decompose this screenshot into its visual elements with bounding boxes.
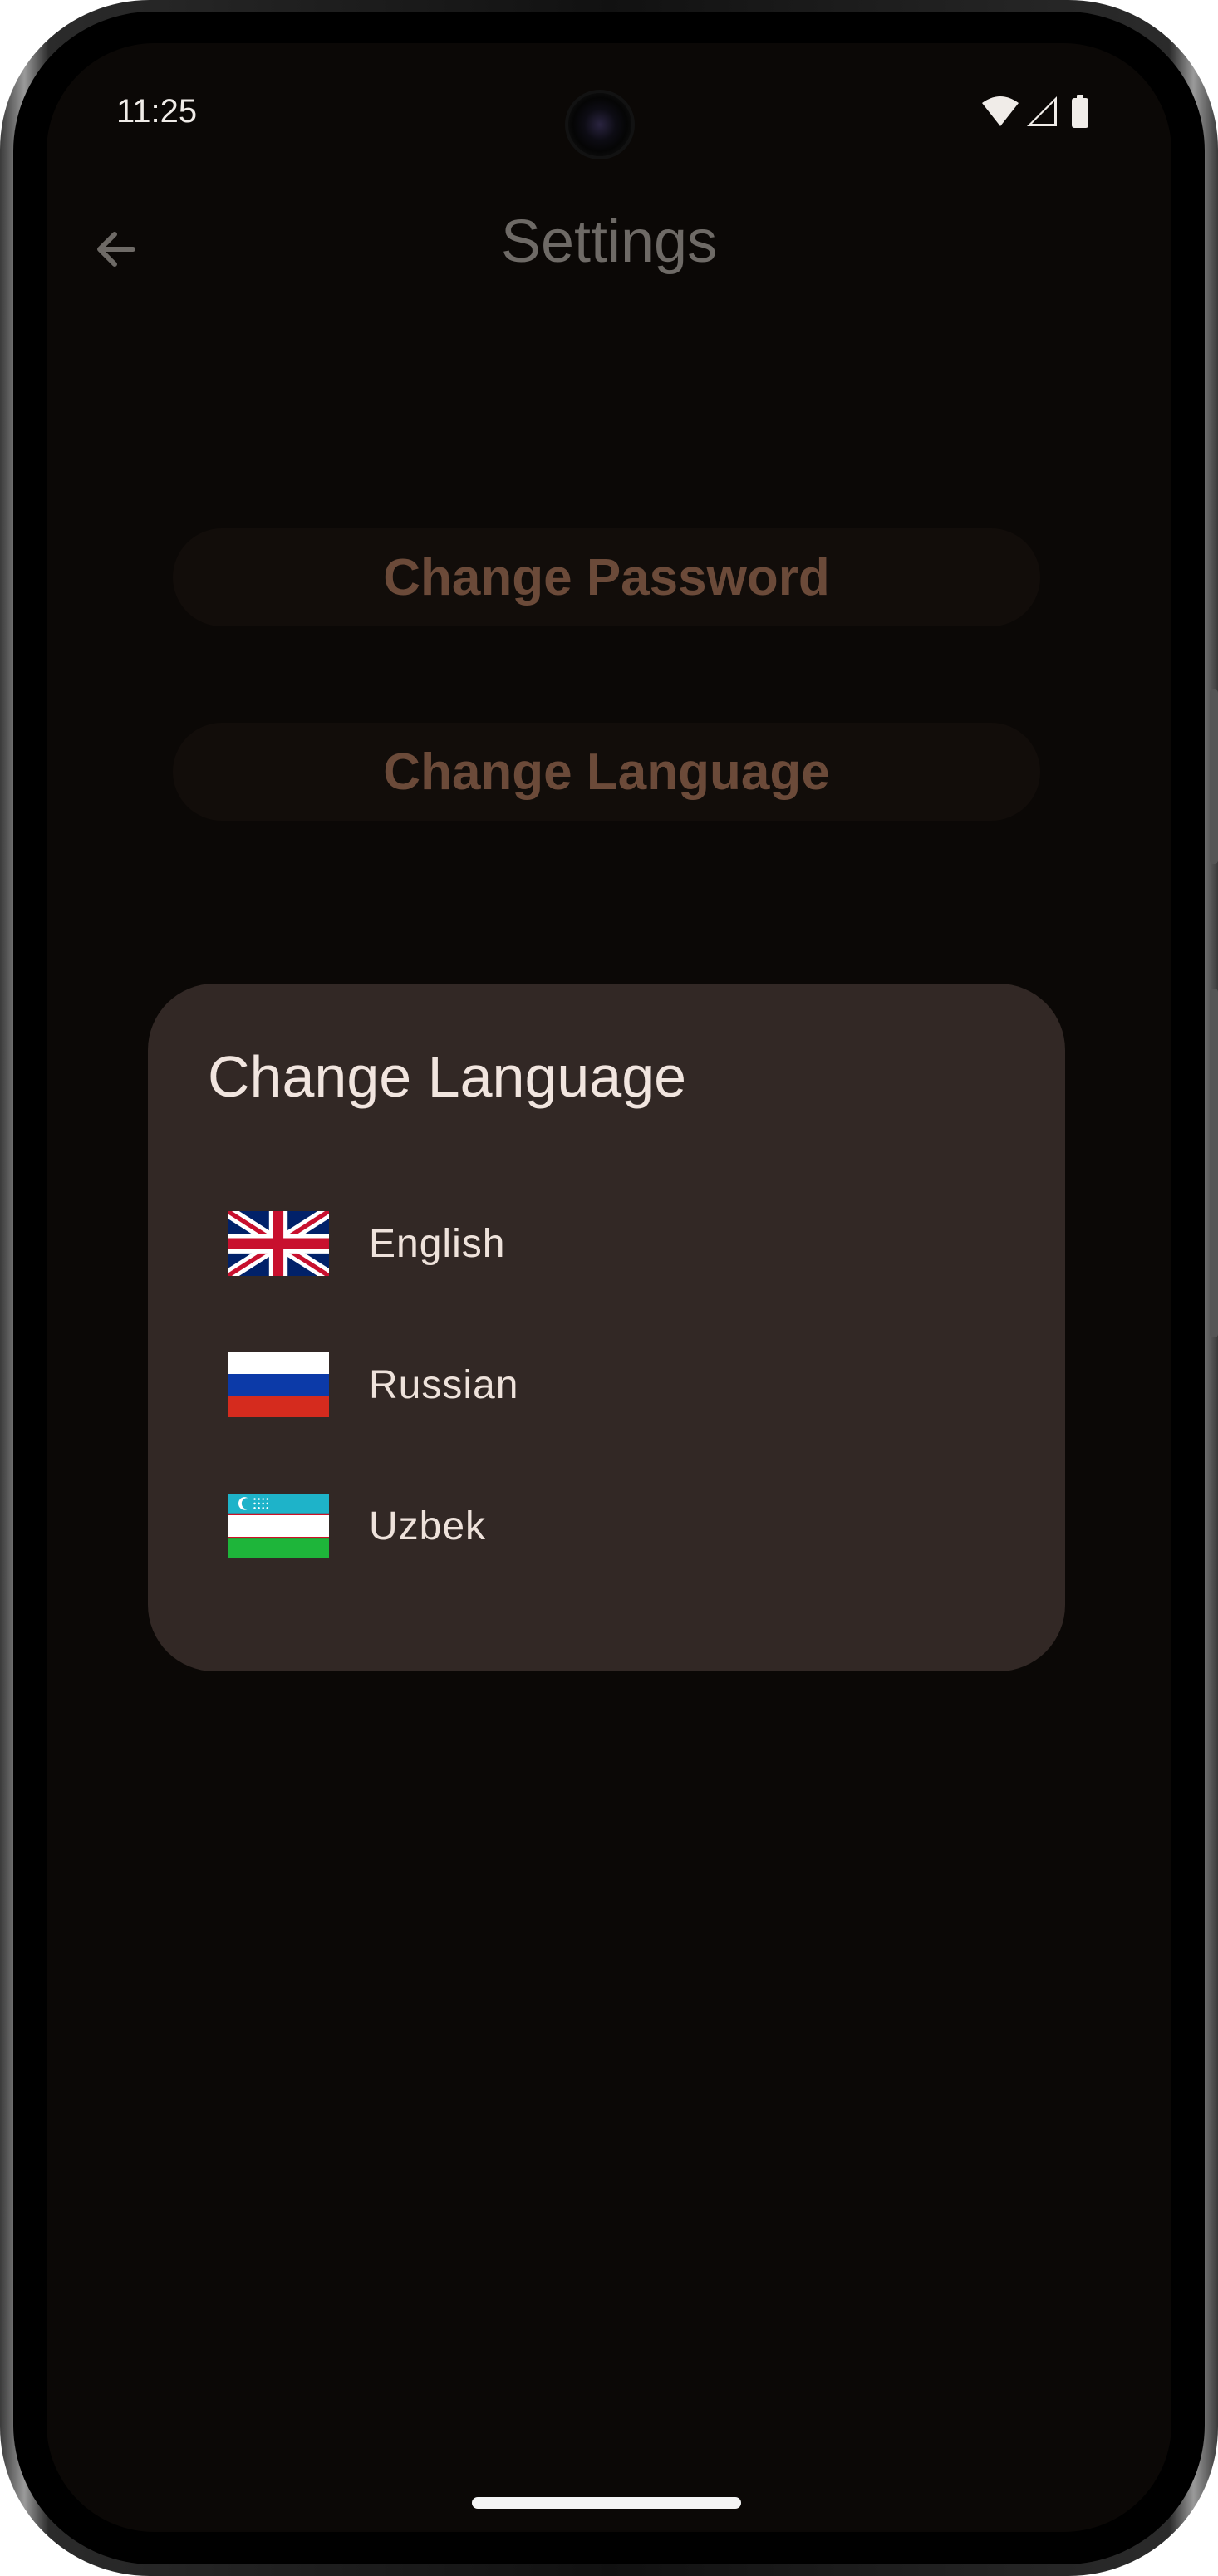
phone-frame: 11:25 Settings Change Password Change La… [0, 0, 1218, 2576]
cellular-signal-icon [1027, 96, 1057, 126]
volume-button [1210, 989, 1218, 1337]
home-indicator[interactable] [472, 2497, 741, 2509]
change-language-button[interactable]: Change Language [173, 723, 1040, 821]
battery-icon [1072, 95, 1088, 128]
status-time: 11:25 [116, 93, 198, 130]
language-label-russian: Russian [369, 1362, 519, 1407]
language-option-uzbek[interactable]: Uzbek [228, 1472, 992, 1580]
uzbekistan-flag-icon [228, 1494, 329, 1558]
russia-flag-icon [228, 1352, 329, 1417]
uk-flag-icon [228, 1211, 329, 1276]
status-icons [982, 95, 1088, 128]
page-title: Settings [500, 209, 718, 275]
power-button [1210, 689, 1218, 864]
language-option-russian[interactable]: Russian [228, 1331, 992, 1439]
wifi-icon [982, 96, 1019, 126]
change-password-button[interactable]: Change Password [173, 528, 1040, 626]
front-camera [565, 90, 635, 159]
change-language-dialog: Change Language English Russian Uzbek [148, 984, 1065, 1671]
language-label-uzbek: Uzbek [369, 1504, 487, 1548]
dialog-title: Change Language [208, 1044, 687, 1109]
language-label-english: English [369, 1221, 506, 1266]
language-option-english[interactable]: English [228, 1190, 992, 1298]
